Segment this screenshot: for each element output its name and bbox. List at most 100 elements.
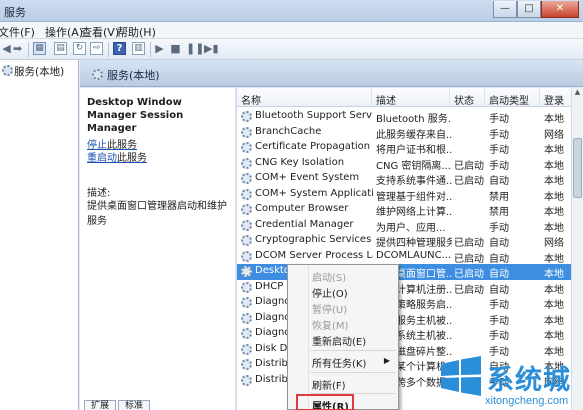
table-row[interactable]: CNG Key Isolation CNG 密钥隔离... 已启动 手动 本地 bbox=[237, 156, 571, 172]
cell-startup: 自动 bbox=[489, 253, 509, 265]
menu-item-all-tasks[interactable]: 所有任务(K) bbox=[312, 355, 366, 370]
start-service-icon[interactable]: ▶ bbox=[153, 42, 166, 55]
toolbar: ◀ ➡ ▦ ▤ ↻ ⇨ ? ▥ ▶ ■ ❚❚ ▶▮ bbox=[0, 39, 583, 60]
refresh-icon[interactable]: ↻ bbox=[73, 42, 86, 55]
maximize-button[interactable]: □ bbox=[517, 1, 541, 18]
cell-desc: 此服务缓存来自... bbox=[376, 129, 452, 141]
table-row[interactable]: BranchCache 此服务缓存来自... 手动 网络 bbox=[237, 125, 571, 141]
cell-logon: 本地 bbox=[544, 207, 564, 218]
cell-startup: 自动 bbox=[489, 284, 509, 296]
gear-icon bbox=[241, 126, 252, 138]
cell-logon: 本地 bbox=[544, 300, 564, 311]
cell-logon: 本地 bbox=[544, 160, 564, 172]
cell-status: 已启动 bbox=[454, 253, 484, 265]
table-row[interactable]: Certificate Propagation 将用户证书和根... 手动 本地 bbox=[237, 140, 571, 156]
gear-icon bbox=[241, 359, 252, 370]
title-bar: 服务 — □ ✕ bbox=[0, 0, 583, 22]
menu-item-restart[interactable]: 重新启动(E) bbox=[312, 333, 366, 348]
cell-logon: 本地 bbox=[544, 269, 564, 280]
cell-desc: CNG 密钥隔离... bbox=[376, 160, 451, 172]
cell-status: 已启动 bbox=[454, 176, 484, 187]
table-row[interactable]: Bluetooth Support ServiceBluetooth 服务...… bbox=[237, 109, 571, 125]
properties-icon[interactable]: ▤ bbox=[54, 42, 67, 55]
cell-startup: 自动 bbox=[489, 176, 509, 187]
menu-item-stop[interactable]: 停止(O) bbox=[312, 285, 348, 300]
column-name[interactable]: 名称 bbox=[237, 88, 372, 107]
restart-service-icon[interactable]: ▶▮ bbox=[204, 42, 219, 55]
gear-icon bbox=[2, 65, 13, 76]
cell-name: DCOM Server Process La... bbox=[255, 249, 373, 261]
close-button[interactable]: ✕ bbox=[541, 1, 579, 18]
cell-logon: 本地 bbox=[544, 145, 564, 156]
menu-help[interactable]: 帮助(H) bbox=[117, 24, 156, 40]
watermark-url: xitongcheng.com bbox=[485, 395, 569, 407]
menu-view[interactable]: 查看(V) bbox=[81, 24, 119, 40]
cell-logon: 本地 bbox=[544, 253, 564, 265]
console-tree: 服务(本地) bbox=[0, 60, 79, 410]
cell-startup: 禁用 bbox=[489, 207, 509, 218]
cell-startup: 手动 bbox=[489, 315, 509, 327]
watermark-brand: 系统城 bbox=[487, 365, 571, 396]
column-startup-type[interactable]: 启动类型 bbox=[485, 88, 540, 107]
console-tree-icon[interactable]: ▦ bbox=[33, 42, 46, 55]
menu-file[interactable]: 文件(F) bbox=[0, 24, 35, 40]
menu-bar: 文件(F) 操作(A) 查看(V) 帮助(H) bbox=[0, 22, 583, 39]
cell-startup: 禁用 bbox=[489, 191, 509, 203]
menu-item-resume: 恢复(M) bbox=[312, 321, 349, 332]
scroll-thumb[interactable] bbox=[573, 138, 582, 198]
pause-service-icon[interactable]: ❚❚ bbox=[186, 42, 204, 55]
tree-node-services-local[interactable]: 服务(本地) bbox=[2, 64, 64, 79]
restart-service-link[interactable]: 重启动此服务 bbox=[87, 149, 147, 164]
minimize-button[interactable]: — bbox=[493, 1, 517, 18]
table-row[interactable]: Cryptographic Services 提供四种管理服务 已启动 自动 网络 bbox=[237, 233, 571, 249]
cell-desc: 管理基于组件对... bbox=[376, 191, 452, 203]
table-row[interactable]: Credential Manager 为用户、应用... 手动 本地 bbox=[237, 218, 571, 234]
cell-desc: 维护网络上计算... bbox=[376, 207, 452, 218]
table-row[interactable]: COM+ System Application管理基于组件对... 禁用 本地 bbox=[237, 187, 571, 203]
cell-desc: Bluetooth 服务... bbox=[376, 114, 452, 125]
column-status[interactable]: 状态 bbox=[450, 88, 485, 107]
menu-action[interactable]: 操作(A) bbox=[45, 24, 83, 40]
stop-service-icon[interactable]: ■ bbox=[169, 42, 182, 55]
gear-icon bbox=[241, 328, 252, 339]
tree-node-label: 服务(本地) bbox=[14, 66, 65, 78]
service-name: Desktop Window Manager Session Manager bbox=[87, 97, 184, 134]
tab-standard[interactable]: 标准 bbox=[118, 400, 151, 410]
cell-startup: 手动 bbox=[489, 160, 509, 172]
menu-separator bbox=[310, 350, 396, 351]
gear-icon bbox=[241, 343, 252, 355]
cell-startup: 手动 bbox=[489, 300, 509, 311]
menu-item-refresh[interactable]: 刷新(F) bbox=[312, 377, 346, 392]
table-row[interactable]: COM+ Event System 支持系统事件通... 已启动 自动 本地 bbox=[237, 171, 571, 187]
export-list-icon[interactable]: ⇨ bbox=[90, 42, 103, 55]
column-logon[interactable]: 登录 bbox=[540, 88, 571, 107]
gear-icon bbox=[241, 219, 252, 231]
watermark: 系统城 xitongcheng.com bbox=[437, 352, 583, 410]
gear-icon bbox=[241, 266, 252, 277]
gear-icon bbox=[241, 204, 252, 215]
description-panel: Desktop Window Manager Session Manager 停… bbox=[80, 88, 235, 410]
cell-status: 已启动 bbox=[454, 160, 484, 172]
table-row[interactable]: DCOM Server Process La...DCOMLAUNC...已启动… bbox=[237, 249, 571, 265]
show-hide-icon[interactable]: ▥ bbox=[132, 42, 145, 55]
cell-name: Credential Manager bbox=[255, 218, 354, 230]
scroll-up-icon[interactable]: ▲ bbox=[572, 88, 583, 100]
window-title: 服务 bbox=[4, 6, 26, 19]
menu-item-pause: 暂停(U) bbox=[312, 305, 348, 316]
cell-logon: 本地 bbox=[544, 284, 564, 296]
forward-arrow-icon[interactable]: ➡ bbox=[11, 42, 24, 55]
cell-name: BranchCache bbox=[255, 125, 322, 137]
help-icon[interactable]: ? bbox=[113, 42, 126, 55]
cell-name: COM+ System Application bbox=[255, 187, 373, 199]
cell-name: Computer Browser bbox=[255, 203, 349, 214]
cell-logon: 网络 bbox=[544, 129, 564, 141]
pane-header-title: 服务(本地) bbox=[107, 69, 160, 82]
column-description[interactable]: 描述 bbox=[372, 88, 450, 107]
tab-extended[interactable]: 扩展 bbox=[84, 400, 117, 410]
cell-startup: 自动 bbox=[489, 238, 509, 249]
pane-header: 服务(本地) bbox=[80, 60, 583, 87]
cell-desc: 支持系统事件通... bbox=[376, 176, 452, 187]
gear-icon bbox=[241, 173, 252, 184]
cell-name: Certificate Propagation bbox=[255, 141, 371, 152]
table-row[interactable]: Computer Browser 维护网络上计算... 禁用 本地 bbox=[237, 202, 571, 218]
